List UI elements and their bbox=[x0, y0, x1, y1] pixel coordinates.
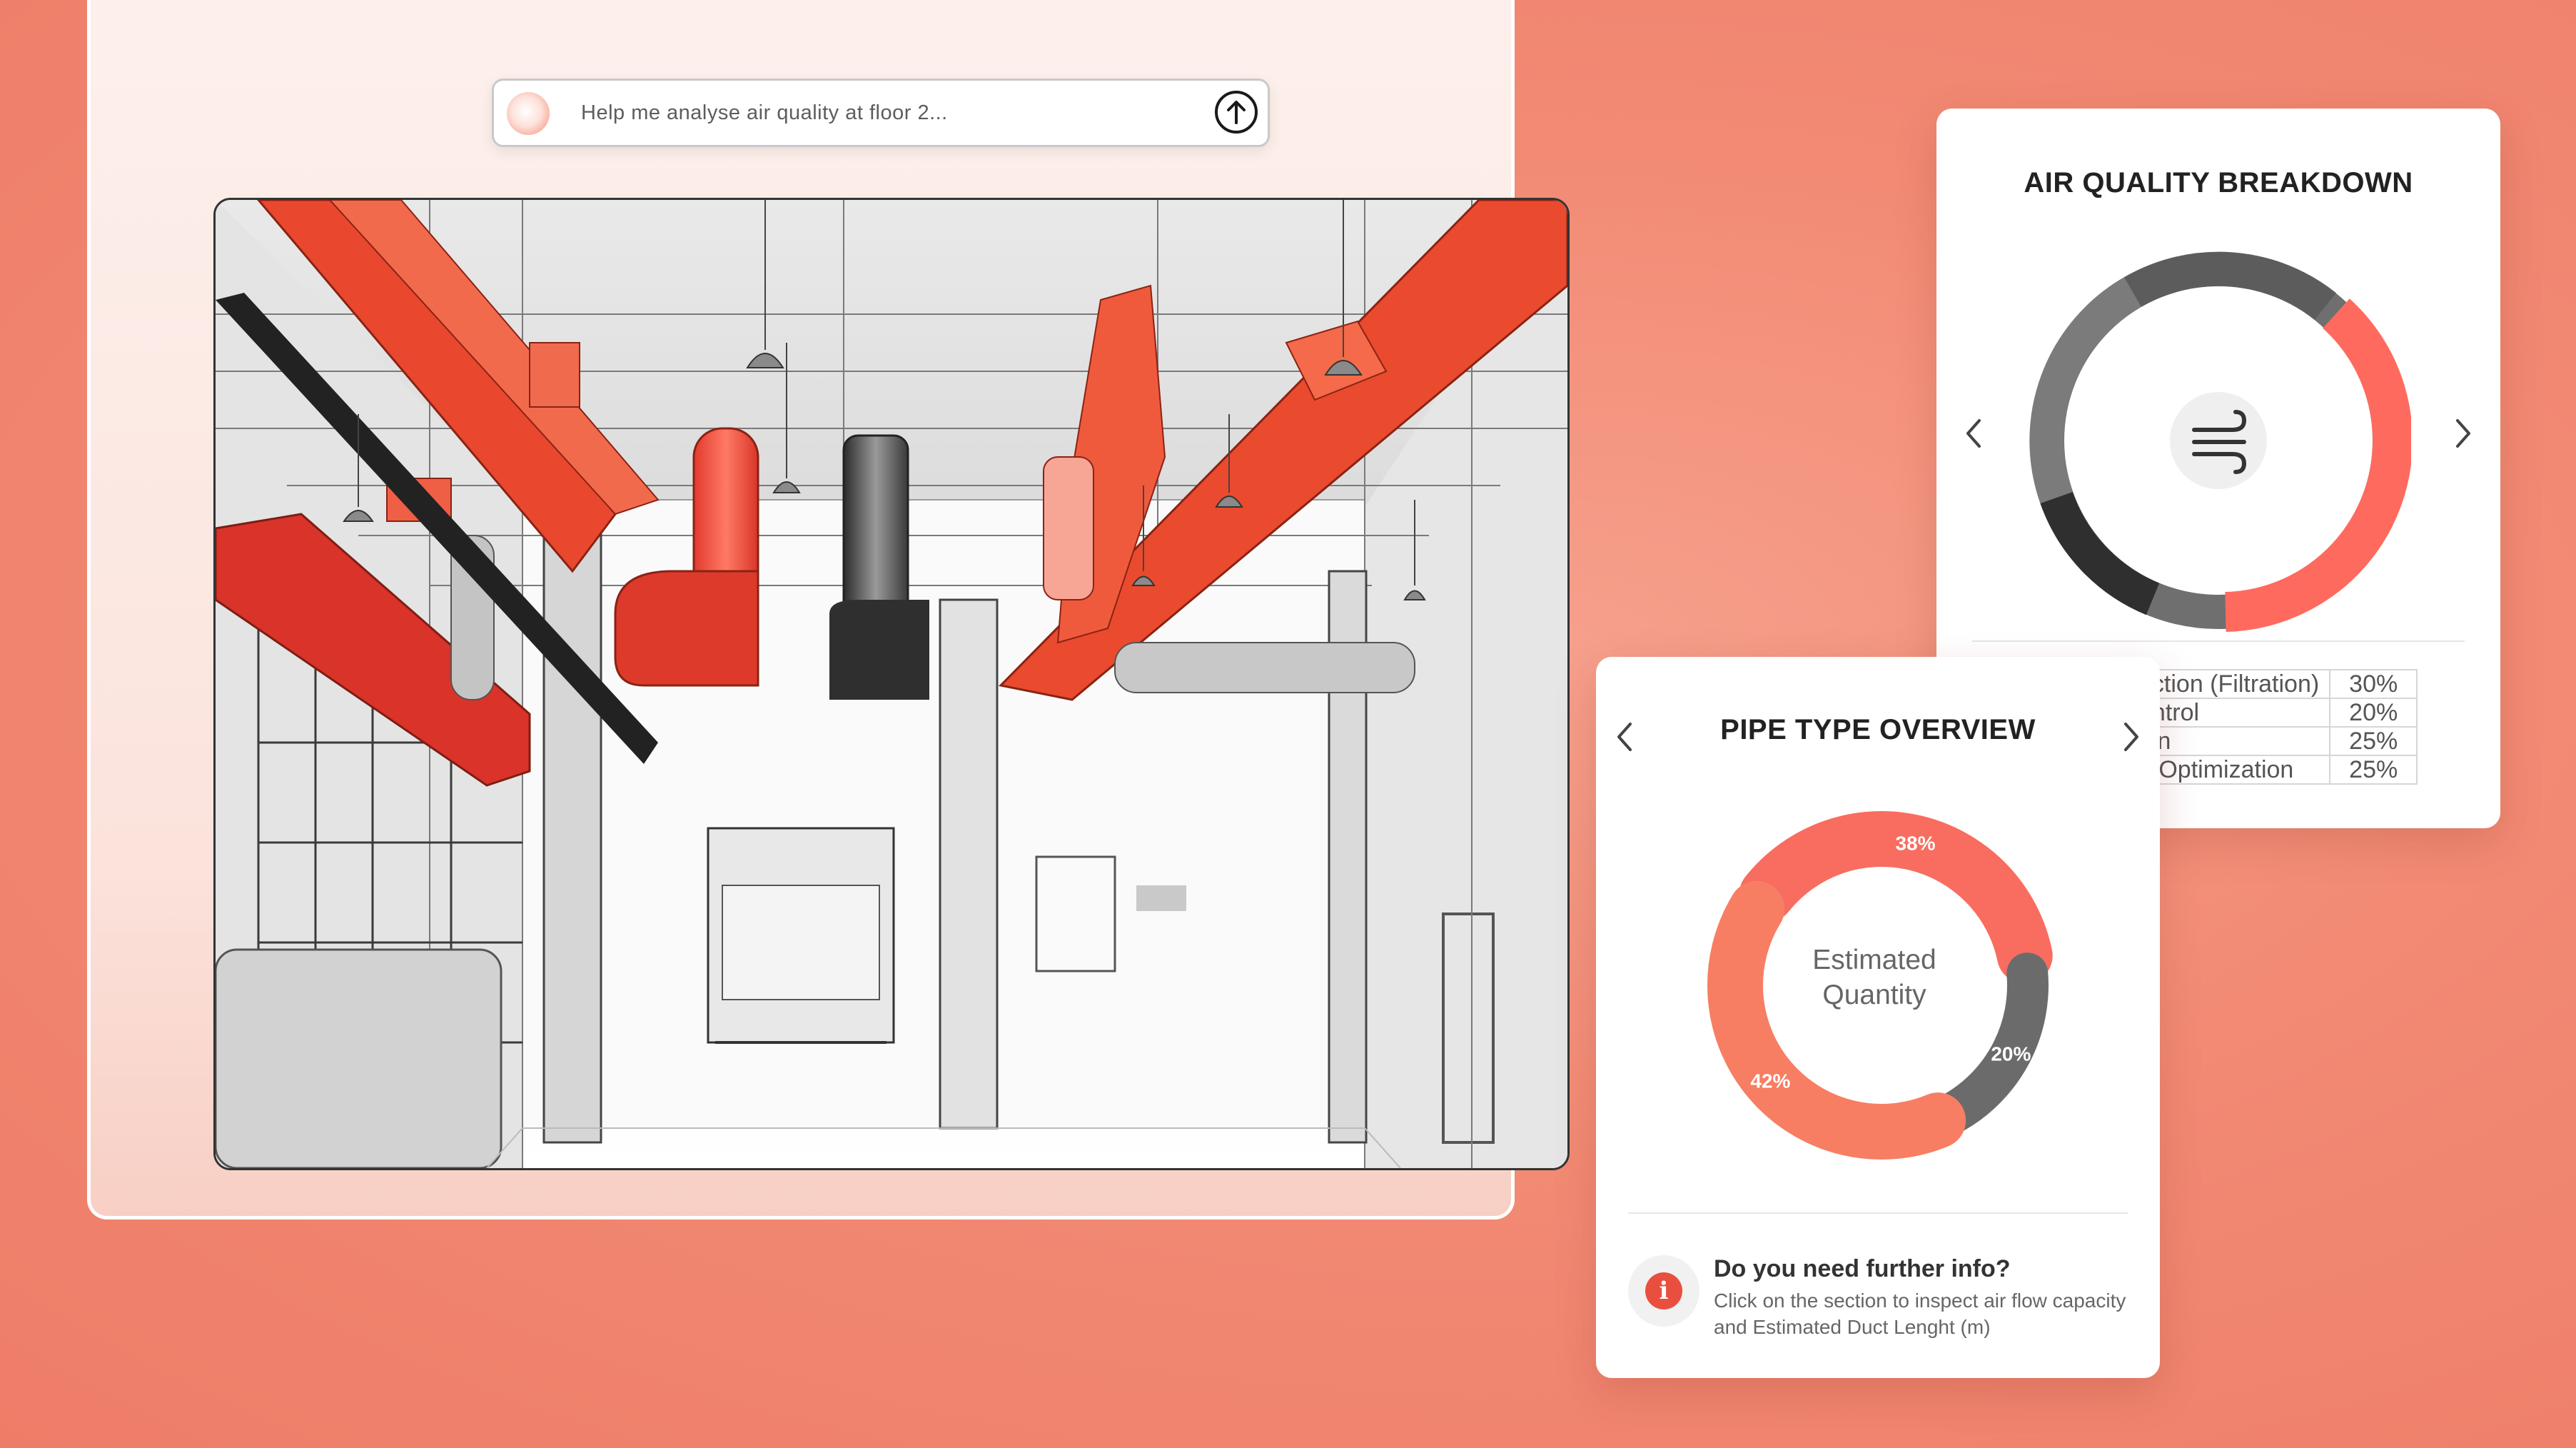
ring-segment-slate[interactable] bbox=[2123, 251, 2336, 320]
table-row[interactable]: uction (Filtration) 30% bbox=[2126, 669, 2418, 699]
segment-label: 20% bbox=[1991, 1043, 2031, 1065]
prompt-bar[interactable]: Help me analyse air quality at floor 2..… bbox=[492, 79, 1270, 147]
prompt-input[interactable]: Help me analyse air quality at floor 2..… bbox=[581, 81, 948, 145]
ring-segment-mid[interactable] bbox=[2029, 277, 2142, 503]
row-value: 25% bbox=[2329, 726, 2418, 756]
segment-label: 42% bbox=[1750, 1070, 1790, 1092]
center-line-2: Quantity bbox=[1822, 980, 1926, 1010]
hvac-ductwork-render bbox=[216, 200, 1567, 1168]
air-quality-table: uction (Filtration) 30% ontrol 20% ion 2… bbox=[2126, 669, 2418, 785]
info-icon: i bbox=[1628, 1255, 1699, 1327]
air-quality-title: AIR QUALITY BREAKDOWN bbox=[2024, 167, 2413, 198]
chevron-left-icon bbox=[1617, 723, 1632, 751]
pipe-type-title: PIPE TYPE OVERVIEW bbox=[1720, 714, 2036, 745]
divider bbox=[1628, 1212, 2128, 1214]
air-next-button[interactable] bbox=[2449, 412, 2477, 455]
arrow-up-icon bbox=[1227, 101, 1246, 124]
pipe-next-button[interactable] bbox=[2117, 715, 2146, 758]
row-value: 30% bbox=[2329, 669, 2418, 699]
chevron-right-icon bbox=[2456, 419, 2470, 448]
row-value: 20% bbox=[2329, 698, 2418, 728]
table-row[interactable]: e Optimization 25% bbox=[2126, 755, 2418, 785]
info-body: Click on the section to inspect air flow… bbox=[1714, 1289, 2126, 1338]
chevron-left-icon bbox=[1966, 419, 1981, 448]
divider bbox=[1972, 640, 2465, 642]
assistant-orb-icon bbox=[507, 92, 550, 135]
segment-label: 38% bbox=[1895, 833, 1935, 855]
chevron-right-icon bbox=[2124, 723, 2138, 751]
pipe-type-card: PIPE TYPE OVERVIEW 38% 20% 42% Estimated Q… bbox=[1596, 657, 2160, 1378]
air-quality-donut[interactable] bbox=[2026, 248, 2411, 633]
building-model-view[interactable] bbox=[213, 198, 1570, 1170]
ring-segment-dark[interactable] bbox=[2040, 491, 2160, 615]
donut-center-label: Estimated Quantity bbox=[1767, 942, 1981, 1012]
model-viewer-panel: Help me analyse air quality at floor 2..… bbox=[87, 0, 1570, 1220]
send-button[interactable] bbox=[1215, 91, 1258, 134]
pipe-prev-button[interactable] bbox=[1610, 715, 1639, 758]
row-value: 25% bbox=[2329, 755, 2418, 785]
info-title: Do you need further info? bbox=[1714, 1255, 2011, 1282]
center-line-1: Estimated bbox=[1812, 945, 1936, 975]
table-row[interactable]: ontrol 20% bbox=[2126, 698, 2418, 728]
table-row[interactable]: ion 25% bbox=[2126, 726, 2418, 756]
air-prev-button[interactable] bbox=[1959, 412, 1988, 455]
donut-segment[interactable] bbox=[1739, 811, 2053, 984]
